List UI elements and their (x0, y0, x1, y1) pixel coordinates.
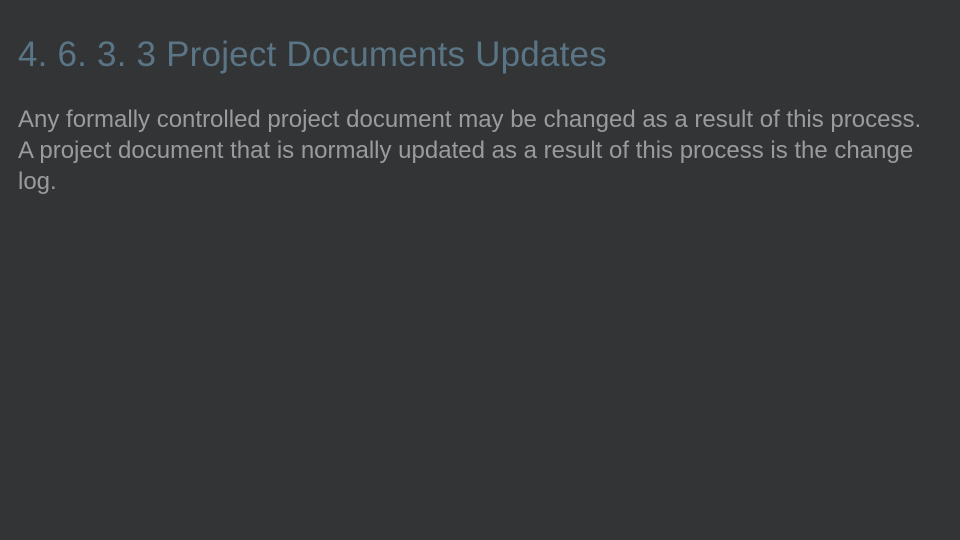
slide-container: 4. 6. 3. 3 Project Documents Updates Any… (0, 0, 960, 540)
section-heading: 4. 6. 3. 3 Project Documents Updates (18, 32, 942, 78)
body-paragraph: Any formally controlled project document… (18, 104, 928, 198)
